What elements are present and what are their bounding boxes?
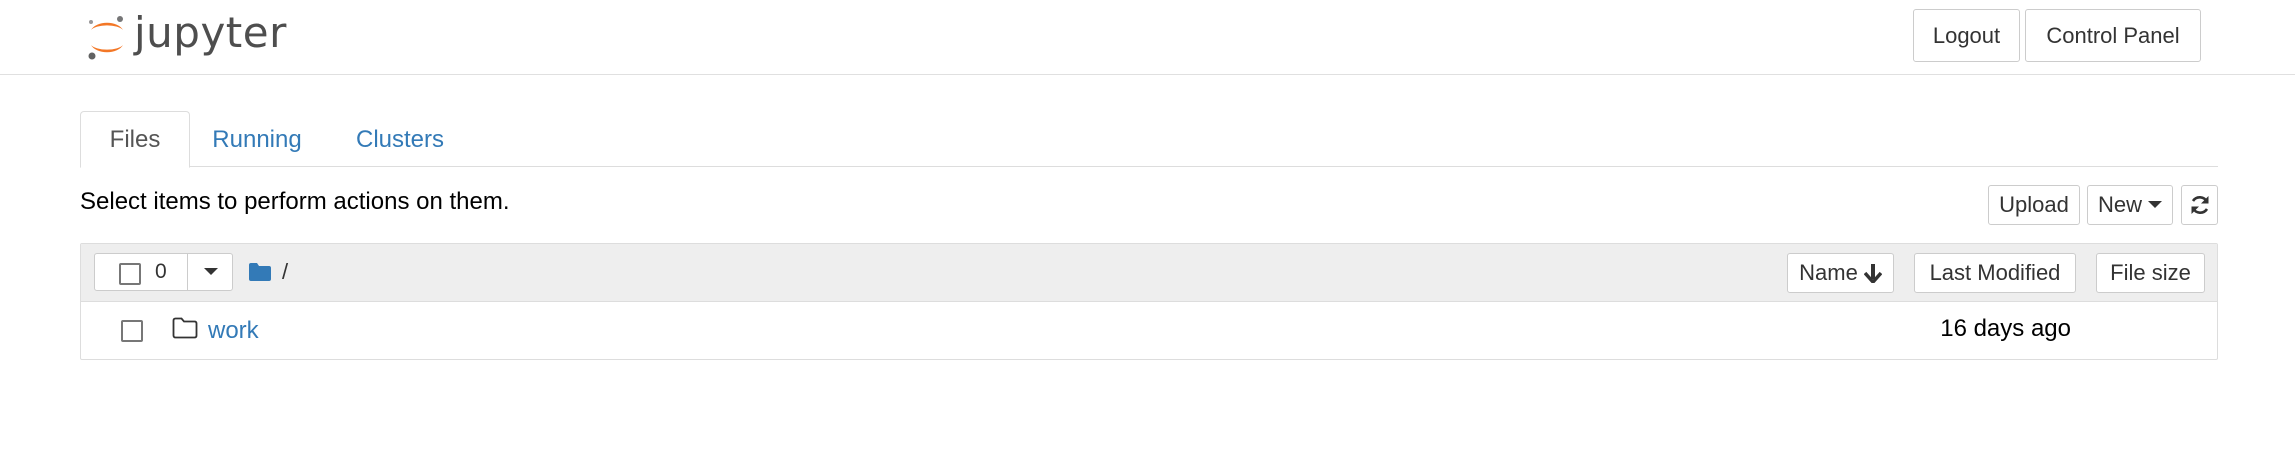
header-bar: jupyter Logout Control Panel	[0, 0, 2295, 75]
refresh-icon	[2191, 196, 2208, 214]
caret-down-icon	[2148, 201, 2162, 208]
tab-bar: Files Running Clusters	[80, 111, 2218, 168]
select-all-group: 0	[94, 253, 233, 291]
sort-by-name-button[interactable]: Name	[1787, 253, 1894, 293]
jupyter-logo-icon	[88, 16, 123, 60]
logo-text: jupyter	[134, 7, 287, 57]
logout-button[interactable]: Logout	[1913, 9, 2020, 62]
folder-icon[interactable]	[248, 262, 272, 282]
item-last-modified: 16 days ago	[1940, 315, 2071, 342]
tab-running[interactable]: Running	[202, 111, 312, 168]
selected-count: 0	[155, 260, 167, 283]
folder-icon	[172, 317, 198, 339]
breadcrumb: /	[248, 258, 288, 286]
control-panel-button[interactable]: Control Panel	[2025, 9, 2201, 62]
tab-files[interactable]: Files	[80, 111, 190, 168]
arrow-down-icon	[1863, 264, 1882, 283]
item-checkbox[interactable]	[121, 320, 143, 342]
instructions-text: Select items to perform actions on them.	[80, 188, 510, 215]
new-button-label: New	[2097, 192, 2142, 217]
tab-clusters[interactable]: Clusters	[338, 111, 462, 168]
file-list-header: 0 / Name Last Modified File size	[81, 244, 2217, 302]
sort-by-modified-button[interactable]: Last Modified	[1914, 253, 2076, 293]
file-list: 0 / Name Last Modified File size work 16	[80, 243, 2218, 360]
caret-down-icon	[204, 268, 218, 275]
breadcrumb-separator: /	[282, 259, 289, 284]
select-all-checkbox[interactable]	[119, 263, 141, 285]
new-dropdown-button[interactable]: New	[2087, 185, 2173, 225]
sort-by-size-button[interactable]: File size	[2096, 253, 2205, 293]
jupyter-logo[interactable]: jupyter	[86, 8, 287, 66]
list-item[interactable]: work 16 days ago	[81, 302, 2217, 360]
item-name-link[interactable]: work	[208, 317, 259, 345]
refresh-button[interactable]	[2181, 185, 2218, 225]
selection-dropdown-button[interactable]	[187, 253, 234, 291]
sort-name-label: Name	[1799, 260, 1858, 285]
upload-button[interactable]: Upload	[1988, 185, 2080, 225]
